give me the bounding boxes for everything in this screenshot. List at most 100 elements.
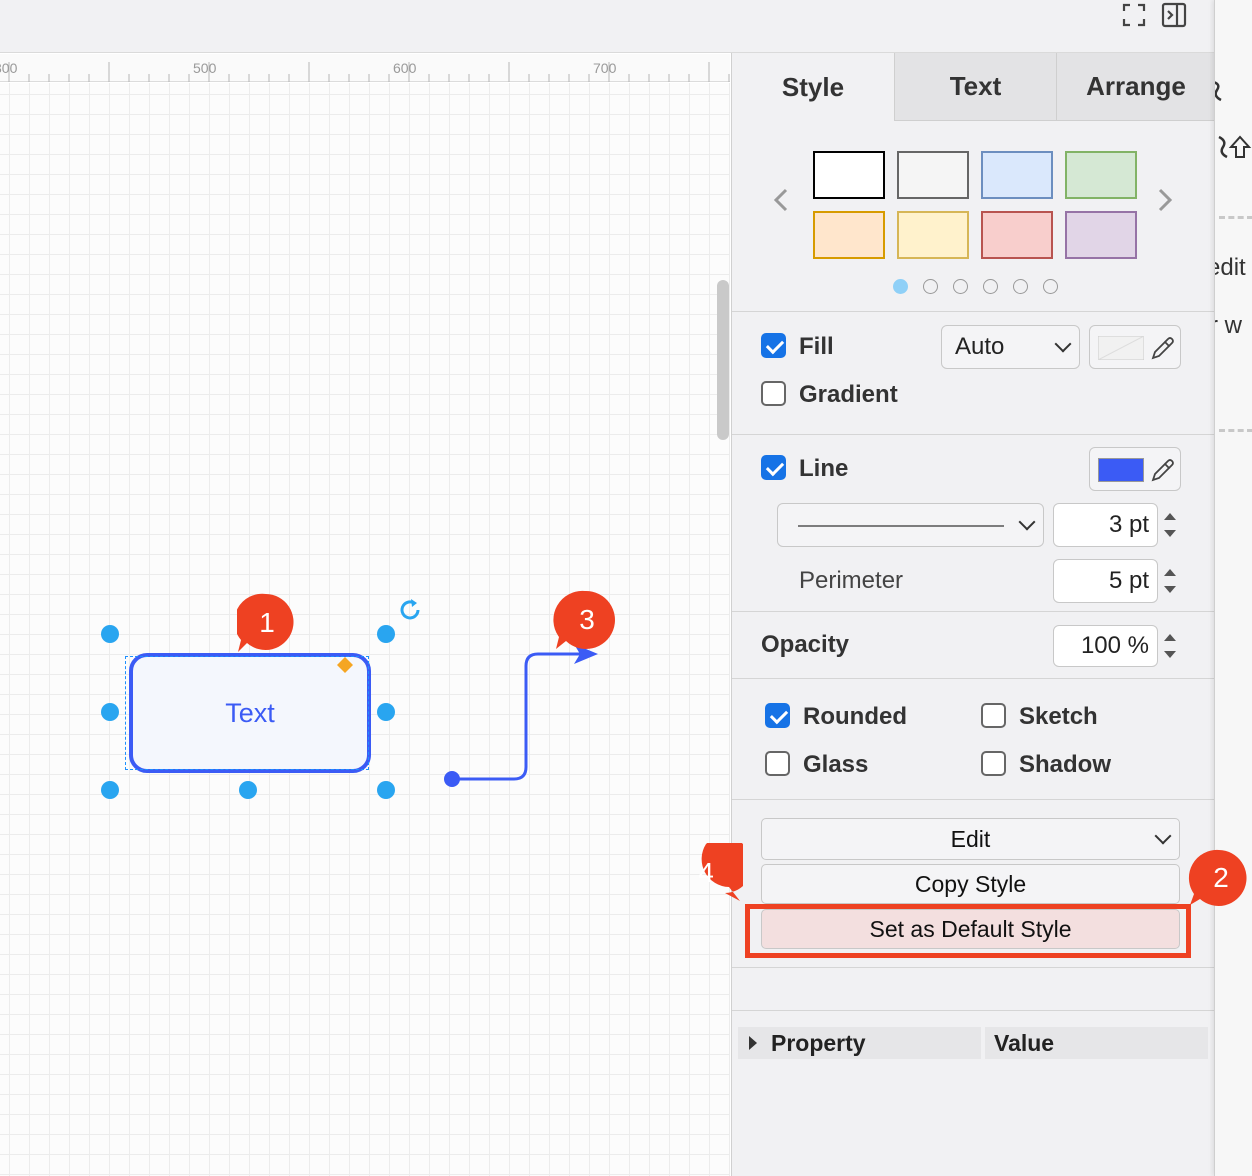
swatch-page-dot[interactable] — [1043, 279, 1058, 294]
resize-handle-ne[interactable] — [377, 625, 395, 643]
divider — [732, 678, 1215, 679]
callout-badge: 4 — [677, 837, 753, 903]
fullscreen-icon[interactable] — [1121, 2, 1147, 28]
gradient-checkbox[interactable] — [761, 381, 786, 406]
expand-triangle-icon[interactable] — [748, 1035, 758, 1051]
swatch-page-dot[interactable] — [983, 279, 998, 294]
resize-handle-s[interactable] — [239, 781, 257, 799]
resize-handle-nw[interactable] — [101, 625, 119, 643]
callout-badge: 3 — [553, 590, 615, 650]
style-swatch[interactable] — [897, 211, 969, 259]
side-text: r w — [1215, 312, 1242, 339]
resize-handle-w[interactable] — [101, 703, 119, 721]
dashed-separator — [1219, 429, 1252, 432]
line-width-input[interactable]: 3 pt — [1053, 503, 1158, 547]
opacity-label: Opacity — [761, 631, 850, 658]
chevron-down-icon — [1018, 513, 1036, 531]
ruler-ticks — [8, 62, 730, 82]
side-text: edit — [1215, 254, 1246, 281]
tab-arrange[interactable]: Arrange — [1056, 53, 1215, 121]
horizontal-ruler: 300 500 600 700 — [0, 54, 730, 82]
format-tabs: Style Text Arrange — [732, 53, 1215, 121]
solid-line-pattern-icon — [798, 525, 1004, 527]
line-color-fill — [1099, 459, 1143, 481]
divider — [732, 967, 1215, 968]
style-swatch[interactable] — [981, 211, 1053, 259]
eyedropper-icon — [1151, 337, 1174, 360]
chevron-right-icon[interactable] — [1154, 187, 1176, 213]
fill-checkbox[interactable] — [761, 333, 786, 358]
style-swatch[interactable] — [1065, 151, 1137, 199]
fill-mode-value: Auto — [955, 333, 1005, 360]
shadow-label: Shadow — [1019, 751, 1112, 778]
copy-style-button[interactable]: Copy Style — [761, 864, 1180, 904]
swatch-page-dot[interactable] — [1013, 279, 1028, 294]
line-width-stepper-icon[interactable] — [1159, 504, 1181, 546]
style-swatch[interactable] — [1065, 211, 1137, 259]
divider — [732, 1010, 1215, 1011]
divider — [732, 799, 1215, 800]
property-column-header[interactable]: Property — [738, 1027, 981, 1059]
resize-handle-se[interactable] — [377, 781, 395, 799]
corner-radius-handle-icon[interactable] — [336, 656, 354, 674]
canvas-scrollbar[interactable] — [717, 280, 729, 440]
set-default-style-button[interactable]: Set as Default Style — [761, 909, 1180, 949]
edit-label: Edit — [950, 825, 991, 852]
fill-color-button[interactable] — [1089, 325, 1181, 369]
rounded-checkbox[interactable] — [765, 703, 790, 728]
property-header-label: Property — [771, 1029, 866, 1056]
style-swatch[interactable] — [813, 211, 885, 259]
rotate-handle-icon[interactable] — [396, 596, 424, 624]
eyedropper-icon — [1151, 459, 1174, 482]
ruler-label: 700 — [593, 60, 617, 76]
connector-arrow[interactable] — [440, 640, 610, 795]
style-swatch[interactable] — [813, 151, 885, 199]
partial-icon — [1215, 81, 1222, 102]
divider — [732, 611, 1215, 612]
tab-text[interactable]: Text — [894, 53, 1056, 121]
fill-mode-select[interactable]: Auto — [941, 325, 1080, 369]
shadow-checkbox[interactable] — [981, 751, 1006, 776]
swatch-page-dot[interactable] — [953, 279, 968, 294]
swatch-page-dot[interactable] — [893, 279, 908, 294]
line-color-swatch — [1098, 458, 1144, 482]
panel-toggle-icon[interactable] — [1161, 2, 1187, 28]
home-icon — [1228, 135, 1252, 158]
perimeter-input[interactable]: 5 pt — [1053, 559, 1158, 603]
callout-badge: 1 — [234, 592, 297, 654]
line-color-button[interactable] — [1089, 447, 1181, 491]
resize-handle-sw[interactable] — [101, 781, 119, 799]
swatch-page-dot[interactable] — [923, 279, 938, 294]
style-swatch[interactable] — [897, 151, 969, 199]
callout-number: 1 — [259, 607, 275, 638]
line-pattern-select[interactable] — [777, 503, 1044, 547]
style-swatch[interactable] — [981, 151, 1053, 199]
ruler-label: 600 — [393, 60, 417, 76]
fill-label: Fill — [799, 333, 834, 360]
line-checkbox[interactable] — [761, 455, 786, 480]
sketch-checkbox[interactable] — [981, 703, 1006, 728]
divider — [732, 311, 1215, 312]
shape-label[interactable]: Text — [225, 698, 275, 729]
opacity-input[interactable]: 100 % — [1053, 625, 1158, 667]
edit-style-dropdown[interactable]: Edit — [761, 818, 1180, 860]
gradient-label: Gradient — [799, 381, 898, 408]
perimeter-label: Perimeter — [799, 567, 904, 594]
chevron-down-icon — [1054, 335, 1072, 353]
fill-color-swatch-icon — [1098, 336, 1144, 360]
dashed-separator — [1219, 216, 1252, 219]
ruler-label: 500 — [193, 60, 217, 76]
opacity-stepper-icon[interactable] — [1159, 625, 1181, 667]
top-toolbar — [0, 0, 1214, 53]
chevron-down-icon — [1154, 827, 1172, 845]
glass-checkbox[interactable] — [765, 751, 790, 776]
chevron-left-icon[interactable] — [770, 187, 792, 213]
ruler-label: 300 — [0, 60, 18, 76]
callout-number: 2 — [1213, 862, 1229, 893]
callout-number: 4 — [698, 857, 714, 888]
resize-handle-e[interactable] — [377, 703, 395, 721]
perimeter-stepper-icon[interactable] — [1159, 560, 1181, 602]
rounded-rectangle-shape[interactable]: Text — [129, 653, 371, 773]
tab-style[interactable]: Style — [732, 53, 894, 121]
glass-label: Glass — [803, 751, 869, 778]
